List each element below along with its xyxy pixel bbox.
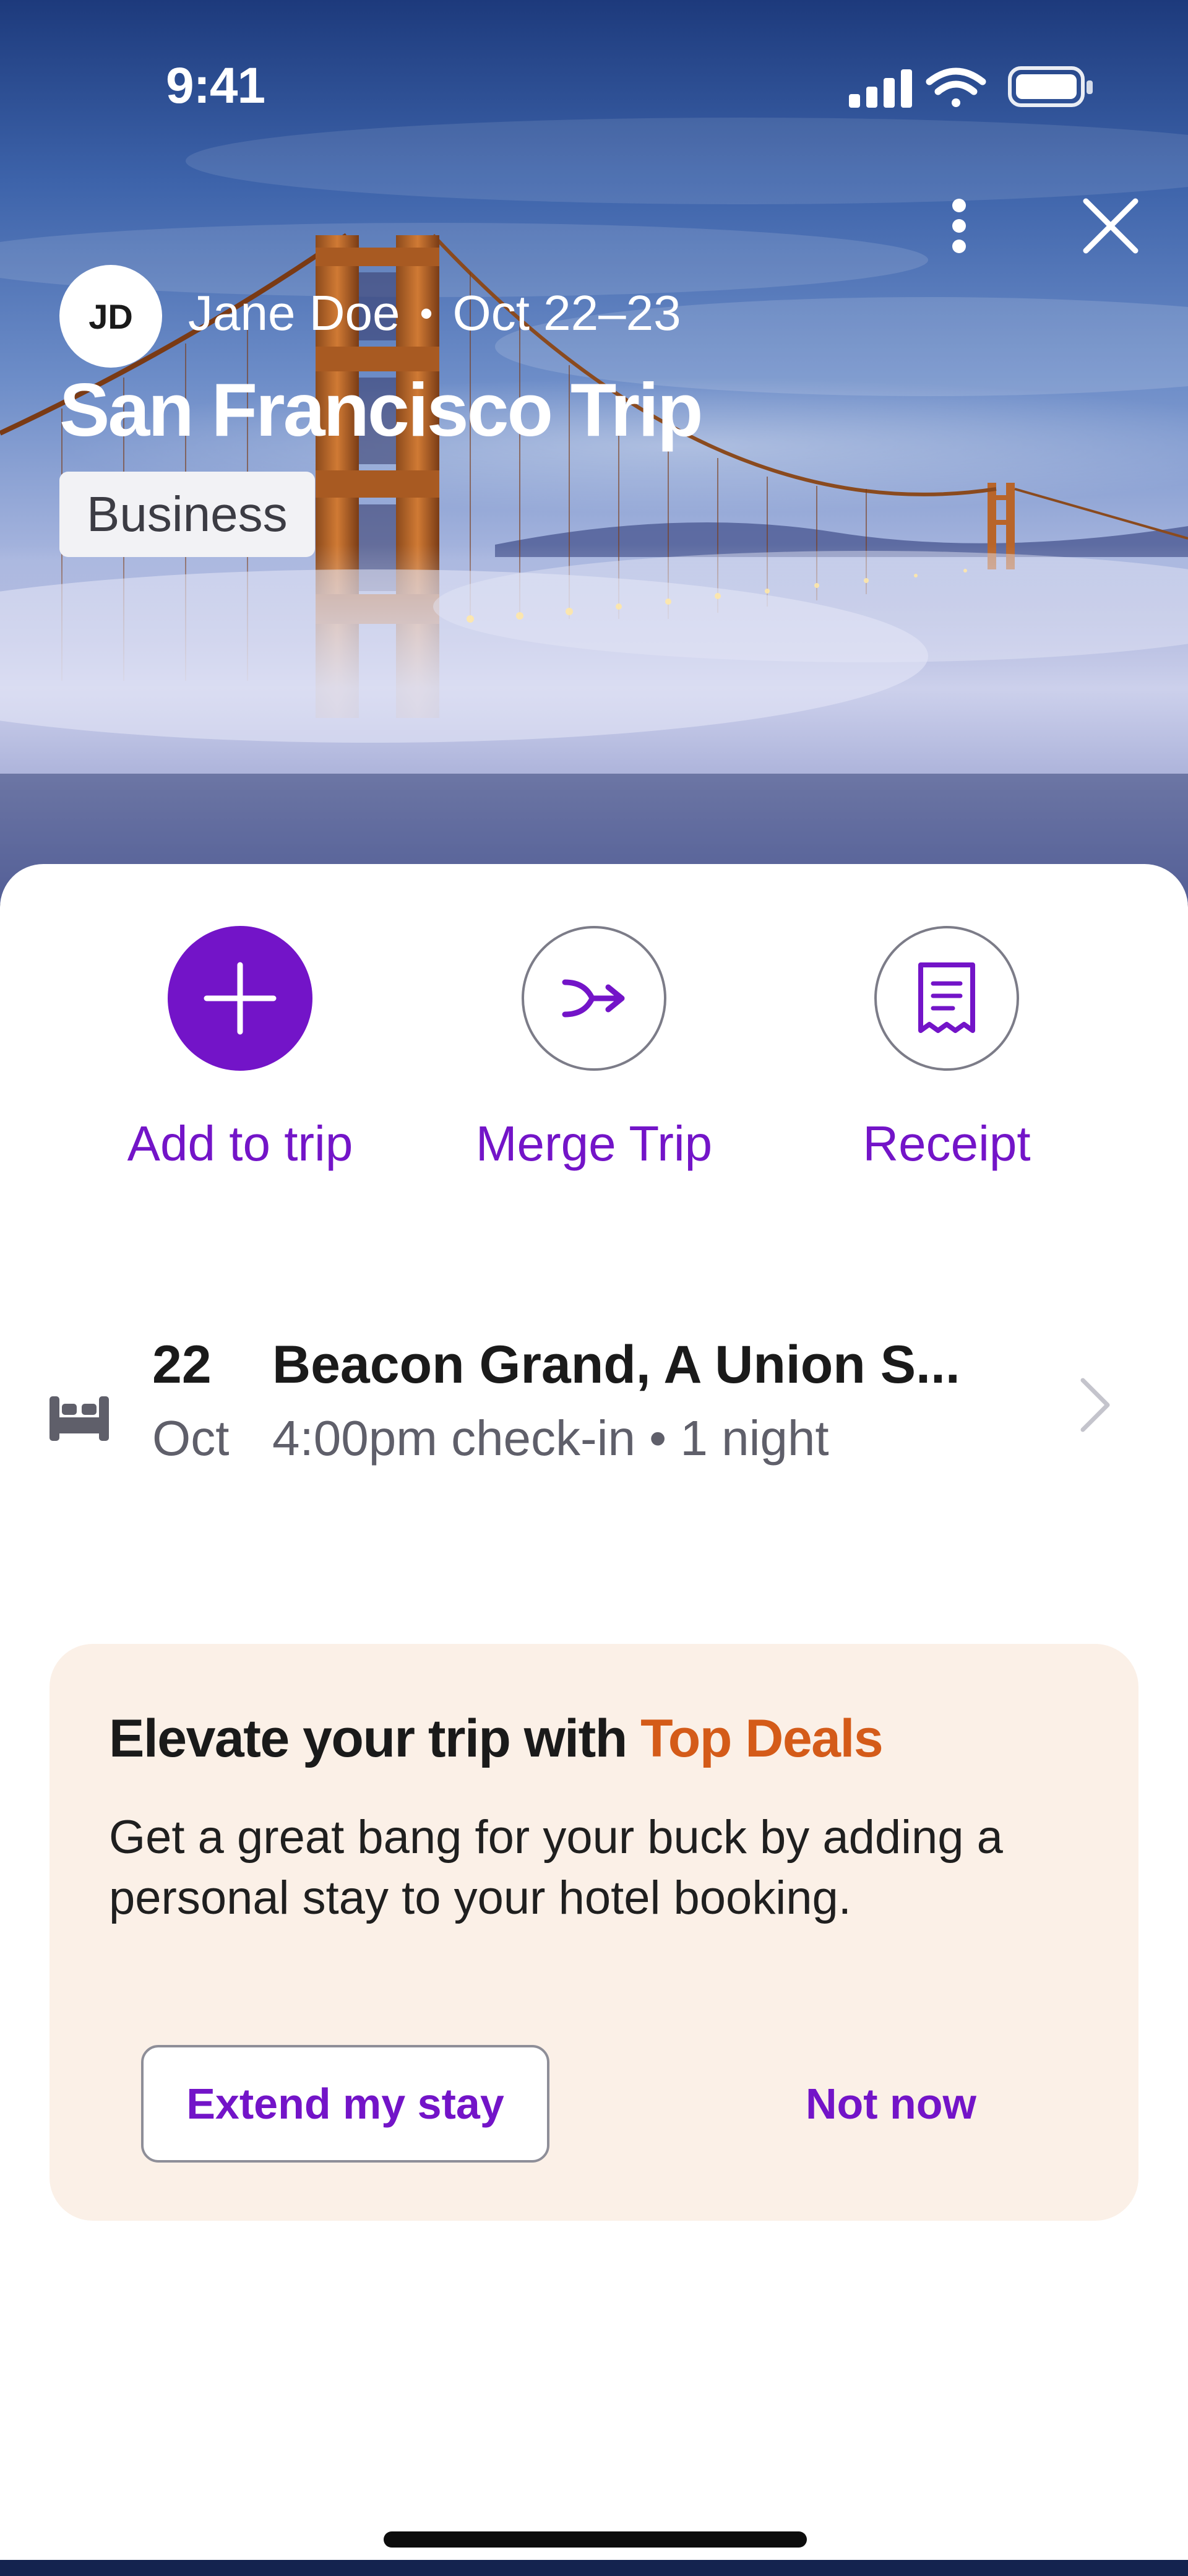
merge-trip-circle[interactable] [522, 926, 666, 1071]
receipt-icon [918, 962, 975, 1033]
trip-details-sheet: Add to trip Merge Trip Receipt 22 Oct Be… [0, 864, 1188, 2560]
avatar: JD [59, 265, 162, 368]
merge-icon [562, 979, 625, 1018]
extend-my-stay-button[interactable]: Extend my stay [141, 2045, 549, 2163]
quick-actions: Add to trip Merge Trip Receipt [0, 926, 1188, 1173]
plus-icon [204, 962, 277, 1035]
status-bar: 9:41 [0, 0, 1188, 173]
booking-month: Oct [152, 1411, 230, 1466]
hotel-booking-row[interactable]: 22 Oct Beacon Grand, A Union S... 4:00pm… [0, 1334, 1188, 1495]
traveler-info: Jane Doe • Oct 22–23 [188, 285, 681, 342]
chevron-right-icon [1077, 1374, 1114, 1439]
status-time: 9:41 [166, 58, 265, 114]
trip-type-badge: Business [59, 472, 315, 557]
trip-hero-header: 9:41 JD Jane Doe • Oct 22–23 San Francis… [0, 0, 1188, 904]
hotel-name: Beacon Grand, A Union S... [272, 1335, 960, 1394]
more-vertical-icon [952, 199, 966, 253]
promo-title: Elevate your trip with Top Deals [109, 1708, 884, 1770]
promo-title-prefix: Elevate your trip with [109, 1709, 641, 1768]
cellular-signal-icon [849, 69, 912, 108]
close-button[interactable] [1077, 192, 1145, 260]
hotel-checkin-info: 4:00pm check-in • 1 night [272, 1411, 829, 1466]
add-to-trip-button[interactable]: Add to trip [92, 926, 389, 1173]
receipt-label: Receipt [863, 1116, 1031, 1171]
promo-title-accent: Top Deals [640, 1709, 884, 1768]
booking-day: 22 [152, 1335, 212, 1394]
close-icon [1083, 198, 1138, 254]
separator-dot: • [420, 292, 433, 334]
merge-trip-label: Merge Trip [475, 1116, 713, 1171]
receipt-button[interactable]: Receipt [798, 926, 1095, 1173]
top-deals-promo-card: Elevate your trip with Top Deals Get a g… [50, 1644, 1138, 2221]
more-options-button[interactable] [928, 192, 990, 260]
battery-icon [1008, 66, 1093, 107]
trip-dates: Oct 22–23 [452, 285, 681, 340]
status-icons [848, 64, 1095, 117]
home-indicator[interactable] [384, 2531, 807, 2548]
add-to-trip-circle[interactable] [168, 926, 312, 1071]
traveler-name: Jane Doe [188, 285, 400, 340]
merge-trip-button[interactable]: Merge Trip [446, 926, 742, 1173]
wifi-icon [926, 67, 986, 107]
receipt-circle[interactable] [874, 926, 1019, 1071]
add-to-trip-label: Add to trip [127, 1116, 353, 1171]
promo-body: Get a great bang for your buck by adding… [109, 1811, 1003, 1924]
not-now-button[interactable]: Not now [668, 2045, 1114, 2163]
bed-icon [47, 1394, 111, 1446]
trip-title: San Francisco Trip [59, 368, 704, 452]
